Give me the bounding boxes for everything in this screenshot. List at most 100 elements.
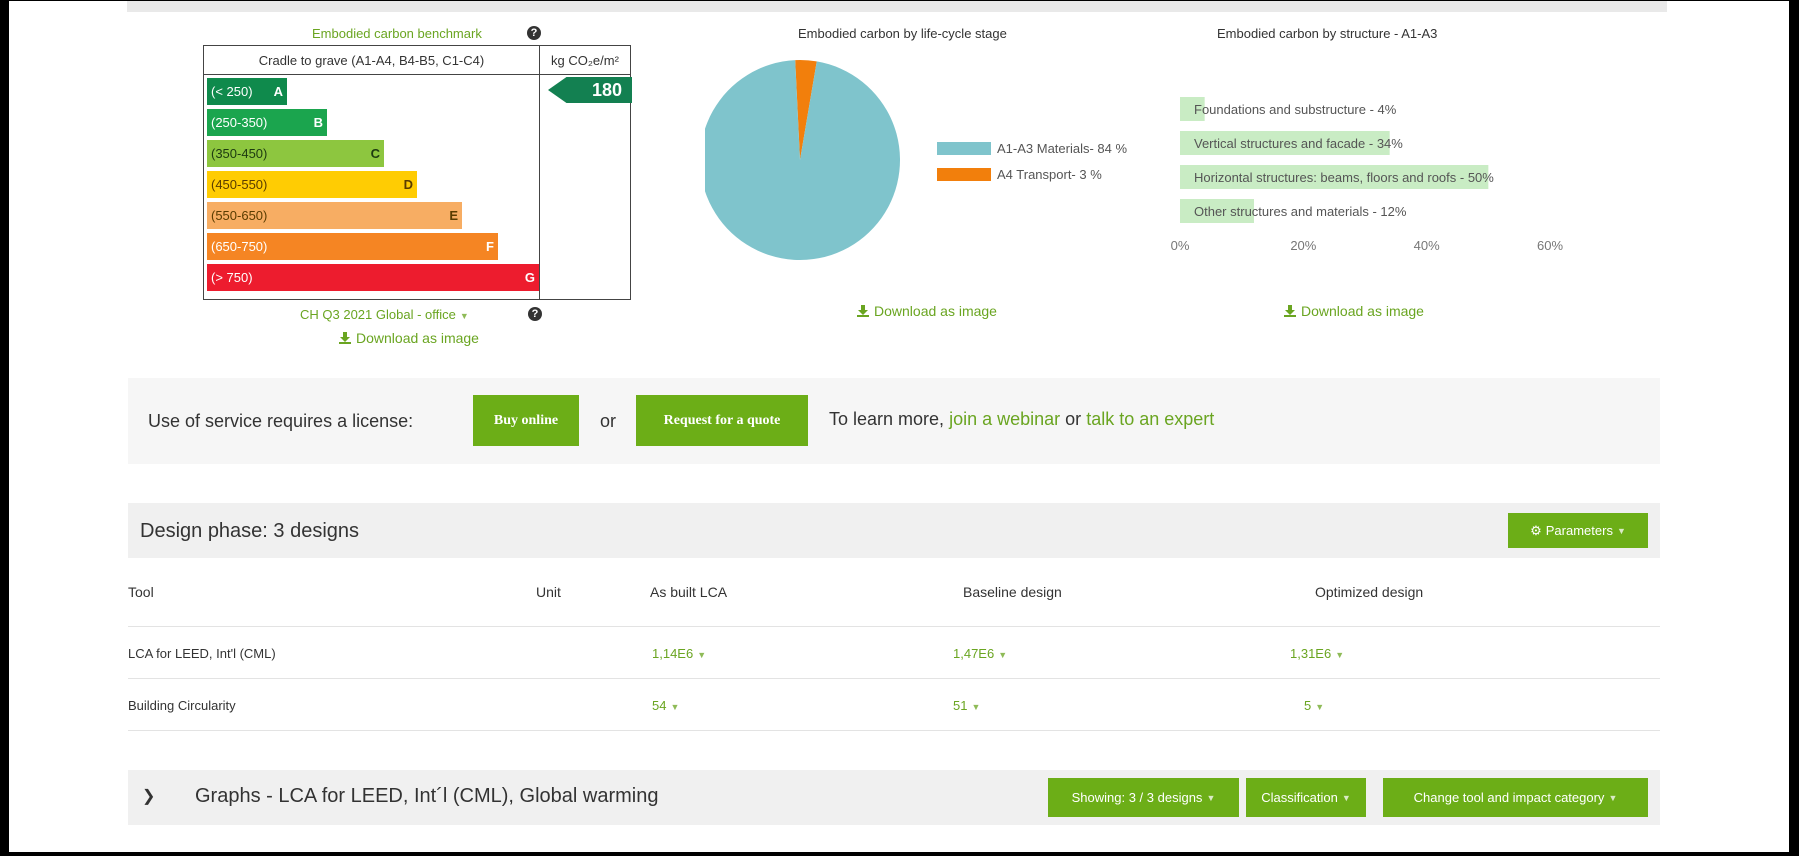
download-icon [1284, 305, 1296, 317]
x-tick-label-3: 60% [1537, 238, 1563, 253]
benchmark-band-c: (350-450) C [207, 140, 384, 167]
benchmark-unit-header: kg CO₂e/m² [540, 46, 630, 74]
showing-designs-button[interactable]: Showing: 3 / 3 designs ▼ [1048, 778, 1239, 817]
column-baseline: Baseline design [963, 584, 1062, 600]
value-baseline-lca[interactable]: 1,47E6 ▼ [953, 646, 1007, 661]
value-optimized-lca[interactable]: 1,31E6 ▼ [1290, 646, 1344, 661]
chevron-down-icon: ▼ [459, 311, 469, 321]
row-divider [128, 730, 1660, 731]
band-range: (< 250) [211, 84, 253, 99]
change-tool-label: Change tool and impact category [1413, 790, 1605, 805]
band-letter: E [449, 208, 458, 223]
benchmark-band-e: (550-650) E [207, 202, 462, 229]
classification-label: Classification [1261, 790, 1338, 805]
change-tool-button[interactable]: Change tool and impact category ▼ [1383, 778, 1648, 817]
structure-bar-label-0: Foundations and substructure - 4% [1194, 102, 1397, 117]
benchmark-scope-header: Cradle to grave (A1-A4, B4-B5, C1-C4) [258, 52, 485, 68]
value-text: 54 [652, 698, 667, 713]
legend-swatch-0 [937, 142, 991, 155]
learn-or-text: or [1065, 409, 1082, 429]
structure-bar-label-1: Vertical structures and facade - 34% [1194, 136, 1403, 151]
band-letter: B [313, 115, 323, 130]
structure-bars: Foundations and substructure - 4% Vertica… [1180, 97, 1494, 223]
benchmark-reference-dropdown[interactable]: CH Q3 2021 Global - office ▼ [300, 307, 469, 322]
download-label: Download as image [356, 330, 479, 346]
band-letter: G [524, 270, 535, 285]
pie-download-link[interactable]: Download as image [856, 303, 997, 319]
license-or-text: or [600, 411, 617, 431]
benchmark-help-icon[interactable]: ? [527, 26, 541, 40]
download-icon [339, 332, 351, 344]
band-range: (> 750) [211, 270, 253, 285]
request-quote-button[interactable]: Request for a quote [636, 395, 808, 446]
band-letter: A [273, 84, 283, 99]
header-divider [204, 74, 630, 75]
structure-bar-label-2: Horizontal structures: beams, floors and… [1194, 170, 1494, 185]
top-scroll-edge [127, 1, 1667, 12]
value-text: 1,31E6 [1290, 646, 1332, 661]
gear-icon: ⚙ [1530, 522, 1542, 538]
benchmark-download-link[interactable]: Download as image [338, 330, 479, 346]
buy-online-button[interactable]: Buy online [473, 395, 579, 446]
value-asbuilt-lca[interactable]: 1,14E6 ▼ [652, 646, 706, 661]
benchmark-band-f: (650-750) F [207, 233, 498, 260]
band-range: (250-350) [211, 115, 268, 130]
classification-button[interactable]: Classification ▼ [1246, 778, 1366, 817]
chevron-down-icon: ▼ [1335, 650, 1345, 660]
design-phase-title: Design phase: 3 designs [140, 520, 360, 542]
structure-bar-chart: Foundations and substructure - 4% Vertica… [1171, 97, 1564, 253]
benchmark-band-g: (> 750) G [207, 264, 539, 291]
legend-label-1: A4 Transport- 3 % [997, 167, 1102, 182]
parameters-label: Parameters [1545, 523, 1613, 538]
download-icon [857, 305, 869, 317]
webinar-link[interactable]: join a webinar [949, 409, 1060, 429]
chevron-down-icon: ▼ [971, 702, 981, 712]
row-divider [128, 626, 1660, 627]
legend-label-0: A1-A3 Materials- 84 % [997, 141, 1127, 156]
band-letter: C [370, 146, 380, 161]
license-banner: Use of service requires a license: Buy o… [128, 378, 1660, 464]
column-as-built: As built LCA [650, 584, 728, 600]
license-text: Use of service requires a license: [148, 411, 414, 431]
x-tick-label-2: 40% [1414, 238, 1440, 253]
value-text: 1,47E6 [953, 646, 995, 661]
parameters-button[interactable]: ⚙ Parameters ▼ [1508, 513, 1648, 548]
expert-link[interactable]: talk to an expert [1086, 409, 1214, 429]
chevron-down-icon: ▼ [1341, 792, 1351, 803]
pie-legend: A1-A3 Materials- 84 % A4 Transport- 3 % [937, 141, 1127, 182]
structure-title: Embodied carbon by structure - A1-A3 [1217, 26, 1438, 41]
chevron-down-icon: ▼ [998, 650, 1008, 660]
value-text: 5 [1304, 698, 1312, 713]
chevron-down-icon: ▼ [1608, 792, 1618, 803]
scale-divider [539, 46, 540, 299]
legend-swatch-1 [937, 168, 991, 181]
value-text: 51 [953, 698, 968, 713]
structure-download-link[interactable]: Download as image [1283, 303, 1424, 319]
unit-header-text: kg CO₂e/m² [551, 52, 619, 68]
pie-title: Embodied carbon by life-cycle stage [798, 26, 1007, 41]
value-asbuilt-circularity[interactable]: 54 ▼ [652, 698, 679, 713]
chevron-down-icon: ▼ [1315, 702, 1325, 712]
structure-bar-label-3: Other structures and materials - 12% [1194, 204, 1407, 219]
benchmark-band-d: (450-550) D [207, 171, 417, 198]
chevron-down-icon: ▼ [670, 702, 680, 712]
download-label: Download as image [1301, 303, 1424, 319]
value-text: 1,14E6 [652, 646, 694, 661]
band-letter: F [486, 239, 494, 254]
structure-x-ticks: 0% 20% 40% 60% [1171, 238, 1564, 253]
band-range: (350-450) [211, 146, 268, 161]
column-tool: Tool [128, 584, 154, 600]
chevron-down-icon: ▼ [1206, 792, 1216, 803]
collapse-chevron-icon[interactable]: ❯ [142, 786, 155, 806]
benchmark-band-b: (250-350) B [207, 109, 327, 136]
graphs-title: Graphs - LCA for LEED, Int´l (CML), Glob… [195, 785, 659, 807]
learn-more-text: To learn more, join a webinar or talk to… [829, 409, 1214, 430]
row-divider [128, 678, 1660, 679]
graphs-header: ❯ Graphs - LCA for LEED, Int´l (CML), Gl… [128, 770, 1660, 825]
reference-help-icon[interactable]: ? [528, 307, 542, 321]
value-optimized-circularity[interactable]: 5 ▼ [1304, 698, 1324, 713]
column-optimized: Optimized design [1315, 584, 1424, 600]
pie-slices [705, 60, 900, 260]
band-range: (650-750) [211, 239, 268, 254]
value-baseline-circularity[interactable]: 51 ▼ [953, 698, 980, 713]
